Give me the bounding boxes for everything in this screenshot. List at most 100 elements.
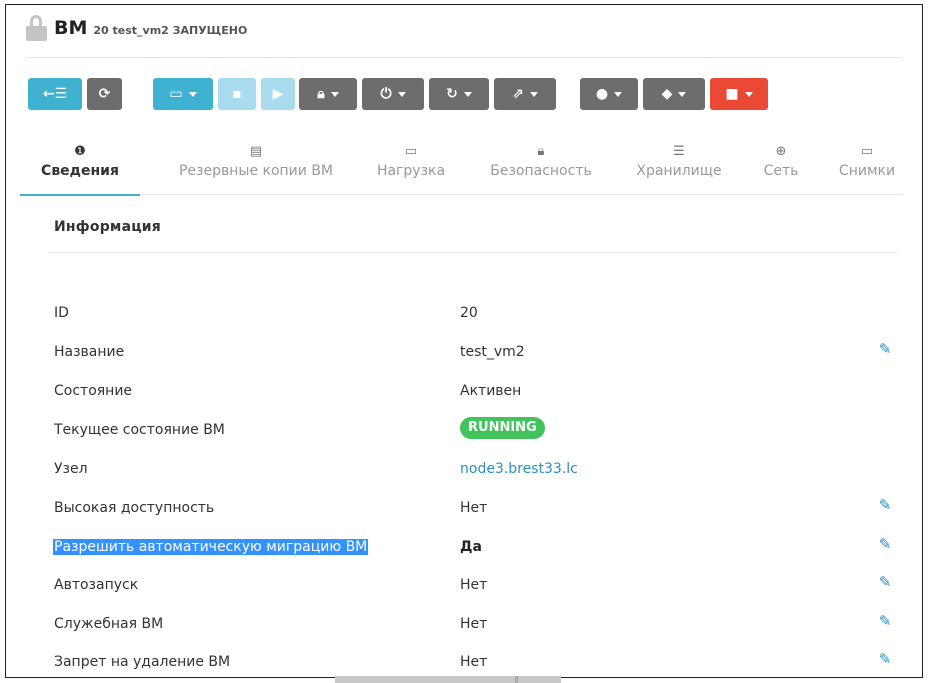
info-row-auto-migration: Разрешить автоматическую миграцию ВМ Да …: [53, 533, 894, 563]
unlock-icon: [26, 15, 48, 41]
tab-network[interactable]: ⊕ Сеть: [756, 143, 806, 195]
row-label: ID: [54, 305, 69, 321]
row-label: Высокая доступность: [54, 500, 215, 516]
row-value: Активен: [460, 383, 522, 399]
row-label: Узел: [54, 461, 88, 477]
laptop-icon: ▭: [404, 144, 418, 159]
horizontal-scrollbar[interactable]: [335, 676, 561, 683]
edit-icon[interactable]: ✎: [876, 535, 894, 553]
tab-label: Сведения: [41, 163, 119, 179]
info-row-name: Название test_vm2 ✎: [54, 338, 894, 368]
lock-icon: 🔒︎: [537, 144, 545, 159]
info-row-id: ID 20: [54, 299, 894, 329]
info-row-host: Узел node3.brest33.lc: [54, 455, 894, 485]
host-link[interactable]: node3.brest33.lc: [460, 461, 578, 477]
tab-label: Хранилище: [636, 163, 722, 179]
back-list-icon: ←☰: [42, 86, 68, 102]
row-value: Нет: [460, 654, 488, 670]
tab-label: Безопасность: [490, 163, 592, 179]
page-title: ВМ: [54, 17, 88, 39]
tab-label: Сеть: [763, 163, 799, 179]
row-label: Автозапуск: [54, 577, 139, 593]
tab-load[interactable]: ▭ Нагрузка: [371, 143, 451, 195]
edit-icon[interactable]: ✎: [876, 496, 894, 514]
chevron-down-icon: [744, 91, 753, 97]
refresh-icon: ⟳: [98, 86, 111, 102]
migrate-button[interactable]: ⇗: [494, 78, 556, 110]
lock-icon: 🔒︎: [317, 86, 325, 102]
storage-icon: ☰: [673, 144, 685, 159]
globe-icon: ⊕: [775, 144, 787, 159]
vm-details-panel: ВМ 20 test_vm2 ЗАПУЩЕНО ←☰ ⟳ ▭ ▪ ▶ 🔒︎ ⏻ …: [5, 4, 923, 678]
row-label: Текущее состояние ВМ: [54, 422, 225, 438]
info-row-service-vm: Служебная ВМ Нет ✎: [54, 610, 894, 640]
tab-snapshots[interactable]: ▭ Снимки: [834, 143, 900, 195]
save-button[interactable]: ▪: [218, 78, 256, 110]
edit-icon[interactable]: ✎: [876, 612, 894, 630]
scrollbar-thumb[interactable]: [515, 676, 518, 683]
lock-button[interactable]: 🔒︎: [299, 78, 357, 110]
info-row-ha: Высокая доступность Нет ✎: [54, 494, 894, 524]
row-value: 20: [460, 305, 478, 321]
label-button[interactable]: ◆: [643, 78, 705, 110]
row-label: Служебная ВМ: [54, 616, 164, 632]
reboot-icon: ↻: [446, 86, 458, 102]
power-icon: ⏻: [380, 86, 392, 102]
edit-icon[interactable]: ✎: [876, 340, 894, 358]
row-value: Нет: [460, 577, 488, 593]
console-button[interactable]: ▭: [153, 78, 213, 110]
tab-label: Резервные копии ВМ: [178, 163, 334, 179]
refresh-button[interactable]: ⟳: [87, 78, 122, 110]
row-value: Да: [460, 539, 482, 555]
chevron-down-icon: [614, 91, 623, 97]
row-label: Состояние: [54, 383, 133, 399]
chevron-down-icon: [397, 91, 406, 97]
play-button[interactable]: ▶: [261, 78, 295, 110]
header-divider: [26, 57, 902, 58]
reboot-button[interactable]: ↻: [429, 78, 489, 110]
chevron-down-icon: [529, 91, 538, 97]
status-badge: RUNNING: [460, 417, 545, 439]
info-row-autostart: Автозапуск Нет ✎: [54, 571, 894, 601]
laptop-icon: ▭: [860, 144, 874, 159]
tab-backups[interactable]: ▤ Резервные копии ВМ: [176, 143, 336, 195]
save-icon: ▪: [232, 86, 242, 102]
edit-icon[interactable]: ✎: [876, 573, 894, 591]
chevron-down-icon: [330, 91, 339, 97]
active-tab-indicator: [20, 194, 140, 196]
section-divider: [48, 252, 897, 253]
user-button[interactable]: ●: [580, 78, 638, 110]
info-icon: ❶: [74, 144, 86, 159]
row-label: Запрет на удаление ВМ: [54, 654, 231, 670]
delete-button[interactable]: ■: [710, 78, 768, 110]
row-value: test_vm2: [460, 344, 525, 360]
tab-security[interactable]: 🔒︎ Безопасность: [486, 143, 596, 195]
page-subtitle: 20 test_vm2 ЗАПУЩЕНО: [93, 23, 248, 37]
monitor-icon: ▭: [169, 86, 183, 102]
play-icon: ▶: [272, 86, 284, 102]
tag-icon: ◆: [661, 86, 673, 102]
back-button[interactable]: ←☰: [28, 78, 82, 110]
section-title: Информация: [54, 219, 161, 235]
tab-storage[interactable]: ☰ Хранилище: [631, 143, 727, 195]
user-icon: ●: [595, 86, 609, 102]
edit-icon[interactable]: ✎: [876, 650, 894, 668]
tab-bar: ❶ Сведения ▤ Резервные копии ВМ ▭ Нагруз…: [20, 143, 902, 196]
chevron-down-icon: [188, 91, 197, 97]
row-label: Название: [54, 344, 125, 360]
power-button[interactable]: ⏻: [362, 78, 424, 110]
info-row-lcm-state: Текущее состояние ВМ RUNNING: [54, 416, 894, 446]
tab-info[interactable]: ❶ Сведения: [20, 143, 140, 196]
row-label: Разрешить автоматическую миграцию ВМ: [53, 539, 369, 555]
tab-label: Нагрузка: [376, 163, 446, 179]
page-header: ВМ 20 test_vm2 ЗАПУЩЕНО: [26, 13, 247, 43]
chevron-down-icon: [463, 91, 472, 97]
info-row-delete-protection: Запрет на удаление ВМ Нет ✎: [54, 648, 894, 677]
chevron-down-icon: [678, 91, 687, 97]
share-icon: ⇗: [512, 86, 524, 102]
row-value: Нет: [460, 616, 488, 632]
tab-label: Снимки: [838, 163, 896, 179]
row-value: Нет: [460, 500, 488, 516]
trash-icon: ■: [725, 86, 739, 102]
info-row-state: Состояние Активен: [54, 377, 894, 407]
